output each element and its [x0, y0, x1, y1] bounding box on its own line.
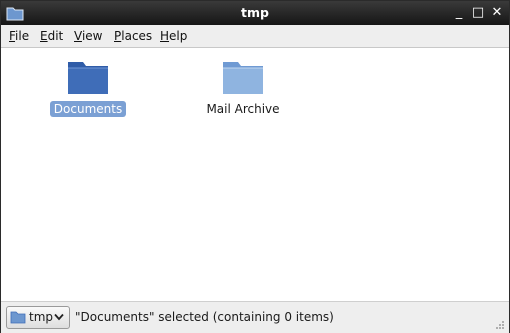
folder-item-documents[interactable]: Documents	[33, 58, 143, 117]
status-bar: tmp "Documents" selected (containing 0 i…	[1, 301, 509, 333]
file-view[interactable]: Documents Mail Archive	[1, 48, 509, 301]
menu-bar: File Edit View Places Help	[1, 25, 509, 48]
folder-label: Documents	[49, 101, 127, 117]
menu-file[interactable]: File	[9, 29, 29, 43]
folder-icon	[10, 311, 26, 324]
title-bar[interactable]: tmp _ □ ✕	[1, 1, 509, 25]
location-dropdown[interactable]: tmp	[6, 306, 70, 329]
location-label: tmp	[29, 310, 54, 324]
close-button[interactable]: ✕	[489, 4, 505, 22]
menu-places[interactable]: Places	[114, 29, 152, 43]
menu-edit[interactable]: Edit	[40, 29, 63, 43]
resize-grip-icon[interactable]	[495, 320, 505, 330]
folder-label: Mail Archive	[206, 102, 280, 116]
folder-icon	[68, 62, 108, 94]
status-text: "Documents" selected (containing 0 items…	[75, 310, 334, 324]
minimize-button[interactable]: _	[451, 4, 467, 22]
chevron-down-icon	[54, 313, 64, 321]
folder-item-mail-archive[interactable]: Mail Archive	[188, 58, 298, 117]
file-manager-window: tmp _ □ ✕ File Edit View Places Help Doc…	[0, 0, 510, 333]
menu-view[interactable]: View	[74, 29, 102, 43]
menu-help[interactable]: Help	[160, 29, 187, 43]
folder-icon	[223, 62, 263, 94]
window-title: tmp	[241, 5, 269, 20]
maximize-button[interactable]: □	[470, 4, 486, 22]
